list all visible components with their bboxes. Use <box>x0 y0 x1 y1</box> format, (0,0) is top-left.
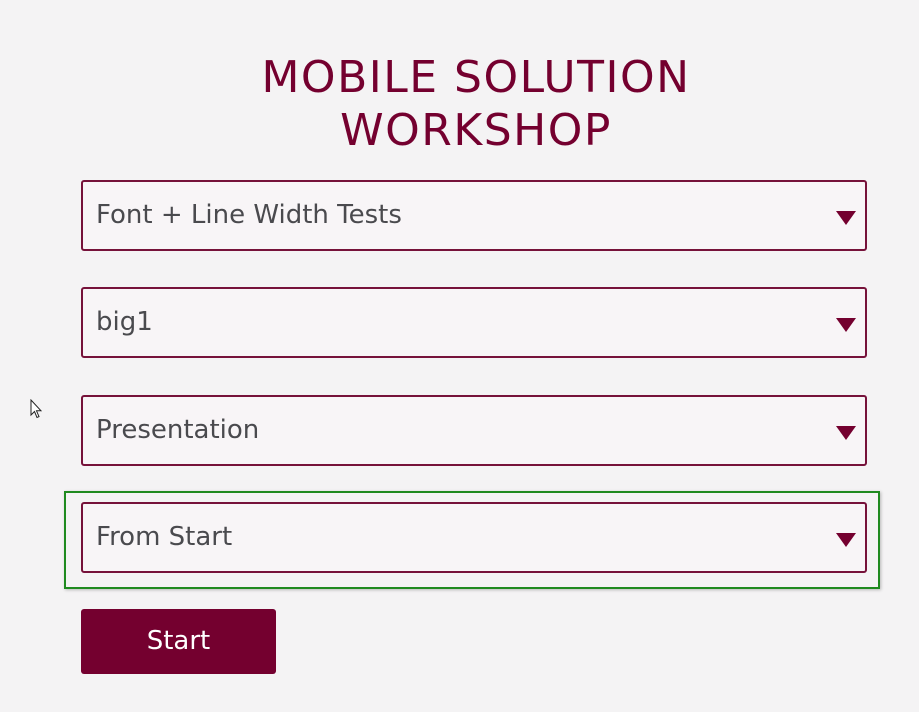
caret-down-icon <box>836 426 856 440</box>
mode-select[interactable]: Presentation <box>81 395 867 466</box>
test-case-select[interactable]: big1 <box>81 287 867 358</box>
mode-select-value: Presentation <box>96 415 260 445</box>
test-case-select-value: big1 <box>96 307 153 337</box>
start-position-select[interactable]: From Start <box>81 502 867 573</box>
caret-down-icon <box>836 533 856 547</box>
caret-down-icon <box>836 318 856 332</box>
test-suite-select-value: Font + Line Width Tests <box>96 200 402 230</box>
page: MOBILE SOLUTION WORKSHOP Font + Line Wid… <box>0 0 919 712</box>
page-title: MOBILE SOLUTION WORKSHOP <box>0 51 919 157</box>
page-title-line-1: MOBILE SOLUTION <box>261 52 691 104</box>
test-suite-select[interactable]: Font + Line Width Tests <box>81 180 867 251</box>
mouse-cursor-icon <box>30 399 42 419</box>
caret-down-icon <box>836 211 856 225</box>
start-position-select-value: From Start <box>96 522 233 552</box>
start-button[interactable]: Start <box>81 609 276 674</box>
page-title-line-2: WORKSHOP <box>340 105 612 157</box>
